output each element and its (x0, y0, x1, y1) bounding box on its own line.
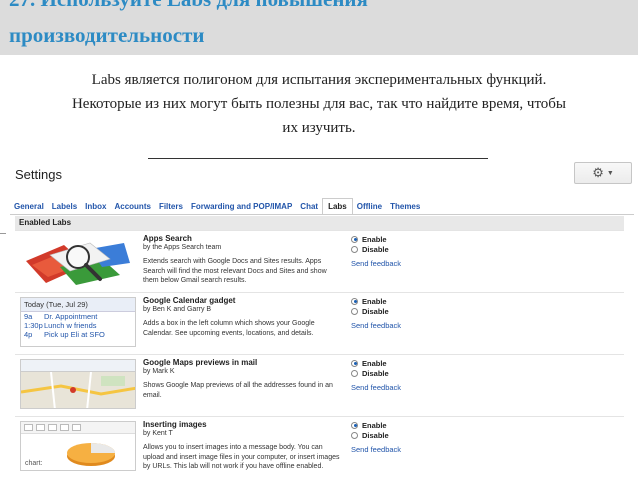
enable-radio[interactable]: Enable (351, 358, 389, 368)
calendar-event: 1:30pLunch w friends (24, 321, 97, 330)
radio-empty-icon (351, 307, 358, 315)
settings-title: Settings (15, 167, 62, 182)
enable-disable-radios: Enable Disable (351, 358, 389, 378)
slide-header: 27. Используйте Labs для повышения произ… (0, 0, 638, 55)
calendar-date: Today (Tue, Jul 29) (21, 298, 135, 312)
tab-general[interactable]: General (10, 202, 48, 214)
apps-search-thumbnail (20, 235, 136, 285)
lab-row-calendar-gadget: Today (Tue, Jul 29) 9a Dr. Appointment 1:… (15, 292, 624, 354)
gear-icon: ⚙ (592, 165, 604, 180)
lab-description: Allows you to insert images into a messa… (143, 444, 340, 470)
send-feedback-link[interactable]: Send feedback (351, 383, 401, 392)
radio-empty-icon (351, 369, 358, 377)
lab-description: Extends search with Google Docs and Site… (143, 258, 327, 284)
tab-labels[interactable]: Labels (48, 202, 81, 214)
tab-themes[interactable]: Themes (386, 202, 424, 214)
map-icon (21, 371, 135, 408)
lab-description: Adds a box in the left column which show… (143, 320, 315, 337)
intro-line-3: их изучить. (282, 120, 356, 136)
calendar-event: 9a Dr. Appointment (24, 312, 98, 321)
enable-disable-radios: Enable Disable (351, 234, 389, 254)
calendar-gadget-thumbnail: Today (Tue, Jul 29) 9a Dr. Appointment 1:… (20, 297, 136, 347)
enabled-labs-header: Enabled Labs (15, 216, 624, 230)
tab-forwarding[interactable]: Forwarding and POP/IMAP (187, 202, 296, 214)
intro-line-1: Labs является полигоном для испытания эк… (91, 72, 547, 88)
enable-radio[interactable]: Enable (351, 234, 389, 244)
slide-title-line1: 27. Используйте Labs для повышения (9, 0, 368, 12)
disable-radio[interactable]: Disable (351, 306, 389, 316)
lab-author: by Ben K and Garry B (143, 306, 212, 313)
tab-labs[interactable]: Labs (322, 198, 353, 214)
lab-author: by Kent T (143, 430, 173, 437)
disable-radio[interactable]: Disable (351, 430, 389, 440)
radio-empty-icon (351, 431, 358, 439)
settings-gear-button[interactable]: ⚙ ▼ (574, 162, 632, 184)
tab-chat[interactable]: Chat (296, 202, 322, 214)
enable-radio[interactable]: Enable (351, 420, 389, 430)
lab-row-inserting-images: chart: Inserting images by Kent T Allows… (15, 416, 624, 479)
tab-filters[interactable]: Filters (155, 202, 187, 214)
maps-preview-thumbnail (20, 359, 136, 409)
send-feedback-link[interactable]: Send feedback (351, 321, 401, 330)
map-email-header (21, 360, 135, 372)
disable-radio[interactable]: Disable (351, 244, 389, 254)
tab-accounts[interactable]: Accounts (110, 202, 154, 214)
gmail-settings-screenshot: Settings ⚙ ▼ General Labels Inbox Accoun… (0, 160, 638, 479)
lab-row-apps-search: Apps Search by the Apps Search team Exte… (15, 230, 624, 292)
chevron-down-icon: ▼ (606, 169, 614, 177)
radio-selected-icon (351, 235, 358, 243)
lab-author: by Mark K (143, 368, 175, 375)
magnifier-docs-icon (26, 242, 130, 285)
tab-inbox[interactable]: Inbox (81, 202, 110, 214)
lab-title: Inserting images (143, 420, 207, 429)
send-feedback-link[interactable]: Send feedback (351, 259, 401, 268)
pie-chart-icon (67, 443, 115, 466)
send-feedback-link[interactable]: Send feedback (351, 445, 401, 454)
radio-selected-icon (351, 421, 358, 429)
page-edge-marker (0, 233, 6, 234)
disable-radio[interactable]: Disable (351, 368, 389, 378)
lab-author: by the Apps Search team (143, 244, 222, 251)
intro-text: Labs является полигоном для испытания эк… (0, 68, 638, 140)
editor-toolbar (21, 422, 135, 434)
calendar-event: 4p Pick up Eli at SFO (24, 330, 105, 339)
tab-offline[interactable]: Offline (353, 202, 386, 214)
lab-description: Shows Google Map previews of all the add… (143, 382, 333, 399)
enable-disable-radios: Enable Disable (351, 296, 389, 316)
lab-title: Apps Search (143, 234, 192, 243)
radio-selected-icon (351, 359, 358, 367)
settings-tabs: General Labels Inbox Accounts Filters Fo… (10, 194, 424, 214)
divider-rule (148, 158, 488, 159)
intro-line-2: Некоторые из них могут быть полезны для … (71, 96, 567, 112)
radio-selected-icon (351, 297, 358, 305)
lab-row-maps-previews: Google Maps previews in mail by Mark K S… (15, 354, 624, 416)
lab-title: Google Maps previews in mail (143, 358, 258, 367)
radio-empty-icon (351, 245, 358, 253)
inserting-images-thumbnail: chart: (20, 421, 136, 471)
enable-disable-radios: Enable Disable (351, 420, 389, 440)
tabs-underline (10, 214, 634, 215)
enable-radio[interactable]: Enable (351, 296, 389, 306)
lab-title: Google Calendar gadget (143, 296, 236, 305)
slide-title-line2: производительности (9, 23, 205, 47)
